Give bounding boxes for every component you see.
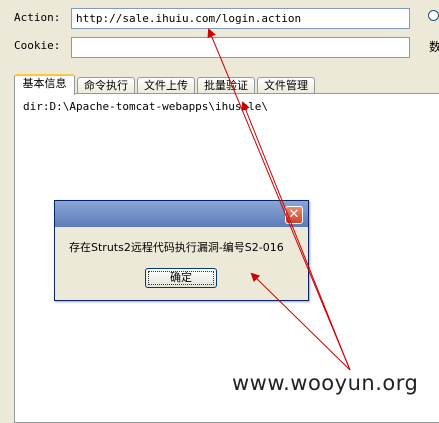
watermark: www.wooyun.org (232, 371, 419, 395)
dialog-message: 存在Struts2远程代码执行漏洞-编号S2-016 (69, 241, 284, 254)
dialog-titlebar[interactable]: ✕ (55, 201, 308, 227)
ok-button[interactable]: 确定 (145, 268, 217, 288)
cookie-label: Cookie: (14, 39, 61, 52)
tab-batch-verify[interactable]: 批量验证 (197, 77, 255, 94)
cookie-input[interactable] (71, 37, 410, 58)
side-label-fragment: 数 (429, 40, 439, 54)
action-label: Action: (14, 11, 61, 24)
tab-command-exec[interactable]: 命令执行 (77, 77, 135, 94)
tab-basic-info[interactable]: 基本信息 (14, 74, 75, 95)
radio-button[interactable] (428, 10, 439, 21)
action-url-input[interactable]: http://sale.ihuiu.com/login.action (71, 8, 410, 29)
tab-file-upload[interactable]: 文件上传 (137, 77, 195, 94)
tab-file-manager[interactable]: 文件管理 (257, 77, 315, 94)
alert-dialog: ✕ 存在Struts2远程代码执行漏洞-编号S2-016 确定 (54, 200, 309, 301)
close-icon[interactable]: ✕ (285, 206, 303, 224)
panel-output-text: dir:D:\Apache-tomcat-webapps\ihusale\ (23, 100, 269, 113)
